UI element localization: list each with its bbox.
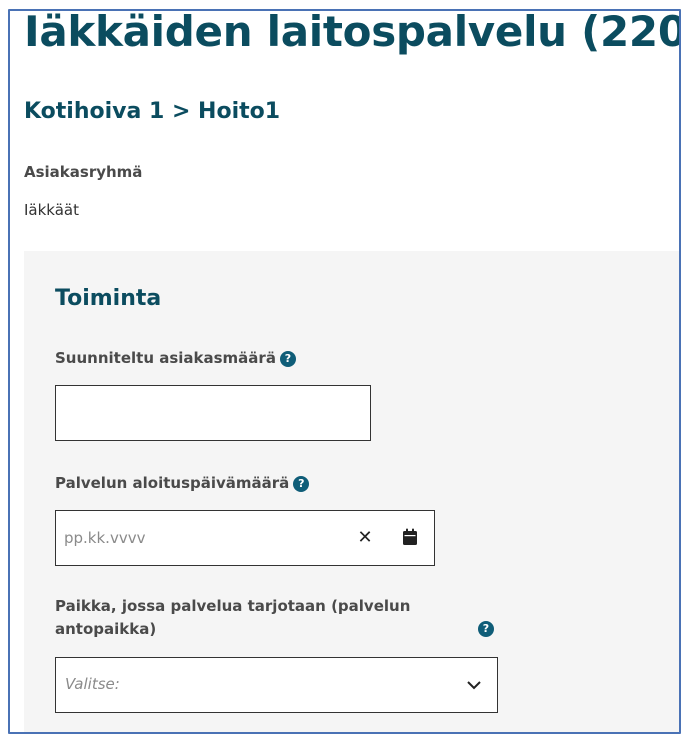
start-date-input[interactable] <box>56 511 336 565</box>
service-location-label: Paikka, jossa palvelua tarjotaan (palvel… <box>55 597 411 638</box>
planned-clients-field-box <box>55 385 371 441</box>
planned-clients-label-text: Suunniteltu asiakasmäärä <box>55 349 276 367</box>
customer-group-label: Asiakasryhmä <box>24 163 143 181</box>
help-icon[interactable]: ? <box>293 476 310 492</box>
help-icon[interactable]: ? <box>279 351 296 367</box>
close-icon[interactable]: ✕ <box>355 528 375 548</box>
page-title: Iäkkäiden laitospalvelu (2201) <box>24 9 681 56</box>
customer-group-value: Iäkkäät <box>24 201 79 219</box>
chevron-down-icon[interactable] <box>465 676 483 694</box>
select-placeholder: Valitse: <box>65 675 120 693</box>
planned-clients-input[interactable] <box>56 386 370 440</box>
start-date-label-text: Palvelun aloituspäivämäärä <box>55 474 290 492</box>
help-icon[interactable]: ? <box>478 621 494 637</box>
page-frame: Iäkkäiden laitospalvelu (2201) Kotihoiva… <box>8 9 681 734</box>
service-location-select[interactable]: Valitse: <box>55 657 498 713</box>
activity-panel: Toiminta Suunniteltu asiakasmäärä? Palve… <box>24 251 679 732</box>
start-date-label: Palvelun aloituspäivämäärä? <box>55 472 310 495</box>
start-date-field-box: ✕ <box>55 510 435 566</box>
section-title: Toiminta <box>55 286 162 311</box>
breadcrumb: Kotihoiva 1 > Hoito1 <box>24 99 281 124</box>
calendar-icon[interactable] <box>402 528 418 546</box>
planned-clients-label: Suunniteltu asiakasmäärä? <box>55 347 296 370</box>
